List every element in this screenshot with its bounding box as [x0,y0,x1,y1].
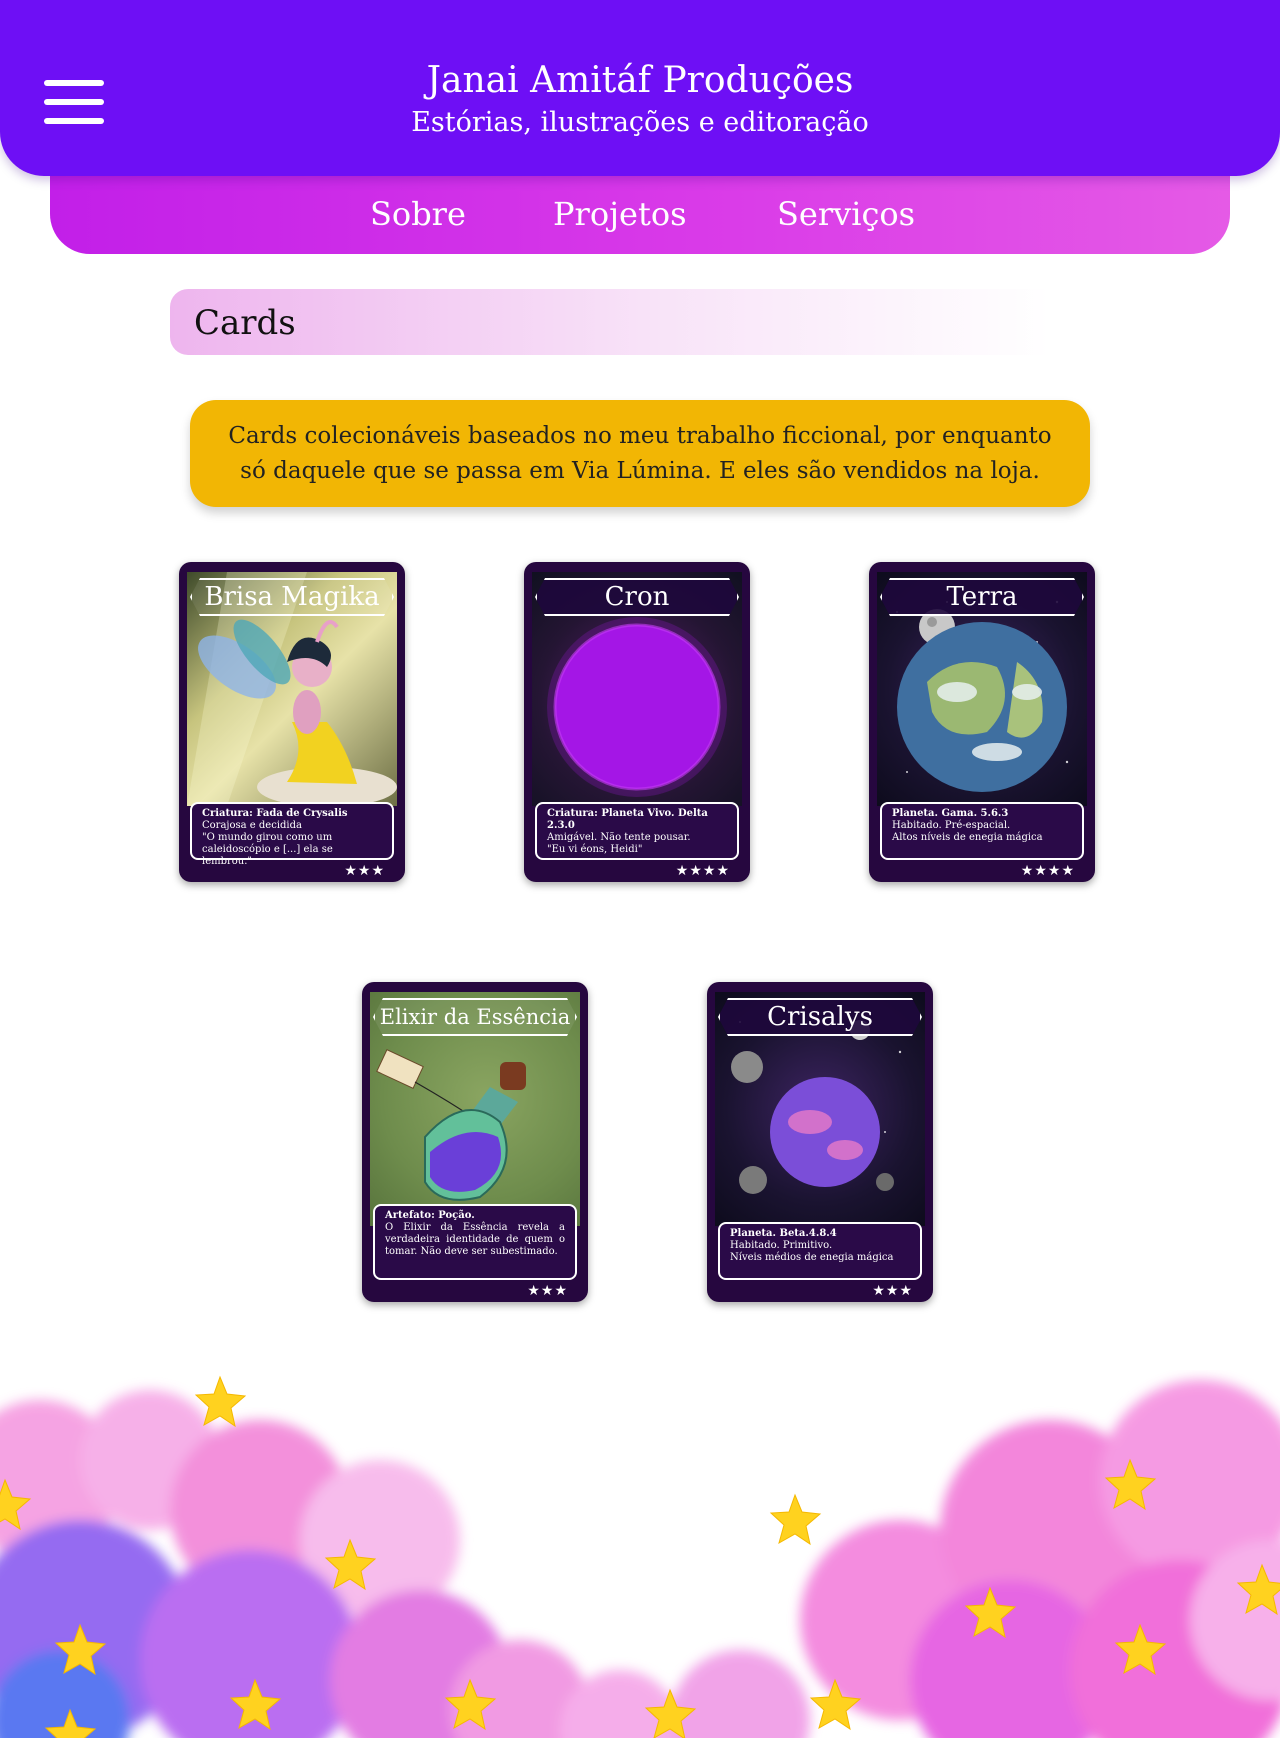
card-brisa-magika[interactable]: Brisa Magika Criatura: Fada de Crysalis … [179,562,405,882]
site-subtitle: Estórias, ilustrações e editoração [411,107,869,138]
section-title-text: Cards [194,303,296,343]
card-elixir-da-essencia[interactable]: Elixir da Essência Artefato: Poção. O El… [362,982,588,1302]
nav-link-projetos[interactable]: Projetos [553,195,687,233]
card-title: Cron [535,578,739,616]
site-title[interactable]: Janai Amitáf Produções [0,60,1280,101]
card-line: Amigável. Não tente pousar. [547,832,691,843]
card-line: "Eu vi éons, Heidi" [547,844,643,855]
card-info: Criatura: Fada de Crysalis Corajosa e de… [190,802,394,867]
card-line: Corajosa e decidida [202,820,302,831]
nav-link-sobre[interactable]: Sobre [370,195,466,233]
card-type: Criatura: Fada de Crysalis [202,808,348,819]
card-line: Habitado. Pré-espacial. [892,820,1011,831]
card-line: Habitado. Primitivo. [730,1240,833,1251]
card-rarity-stars: ★★★ [527,1283,568,1299]
card-line: Níveis médios de enegia mágica [730,1252,894,1263]
card-rarity-stars: ★★★★ [1020,863,1075,879]
card-type: Planeta. Beta.4.8.4 [730,1228,837,1239]
card-rarity-stars: ★★★ [344,863,385,879]
card-info: Planeta. Beta.4.8.4 Habitado. Primitivo.… [718,1222,922,1280]
card-crisalys[interactable]: Crisalys Planeta. Beta.4.8.4 Habitado. P… [707,982,933,1302]
card-title: Terra [880,578,1084,616]
card-info: Planeta. Gama. 5.6.3 Habitado. Pré-espac… [880,802,1084,860]
card-type: Planeta. Gama. 5.6.3 [892,808,1009,819]
nav-link-servicos[interactable]: Serviços [777,195,915,233]
card-info: Criatura: Planeta Vivo. Delta 2.3.0 Amig… [535,802,739,860]
card-rarity-stars: ★★★ [872,1283,913,1299]
intro-box: Cards colecionáveis baseados no meu trab… [190,400,1090,507]
card-terra[interactable]: Terra Planeta. Gama. 5.6.3 Habitado. Pré… [869,562,1095,882]
card-title: Elixir da Essência [373,998,577,1036]
card-title: Brisa Magika [190,578,394,616]
card-rarity-stars: ★★★★ [675,863,730,879]
card-title: Crisalys [718,998,922,1036]
decorative-clouds-and-stars [0,1375,1280,1738]
site-header: Janai Amitáf Produções Estórias, ilustra… [0,0,1280,176]
card-cron[interactable]: Cron Criatura: Planeta Vivo. Delta 2.3.0… [524,562,750,882]
card-info: Artefato: Poção. O Elixir da Essência re… [373,1204,577,1280]
card-type: Artefato: Poção. [385,1210,475,1221]
card-line: Altos níveis de enegia mágica [892,832,1043,843]
section-heading: Cards [170,289,1050,355]
card-type: Criatura: Planeta Vivo. Delta 2.3.0 [547,808,708,831]
card-line: O Elixir da Essência revela a verdadeira… [385,1222,565,1257]
